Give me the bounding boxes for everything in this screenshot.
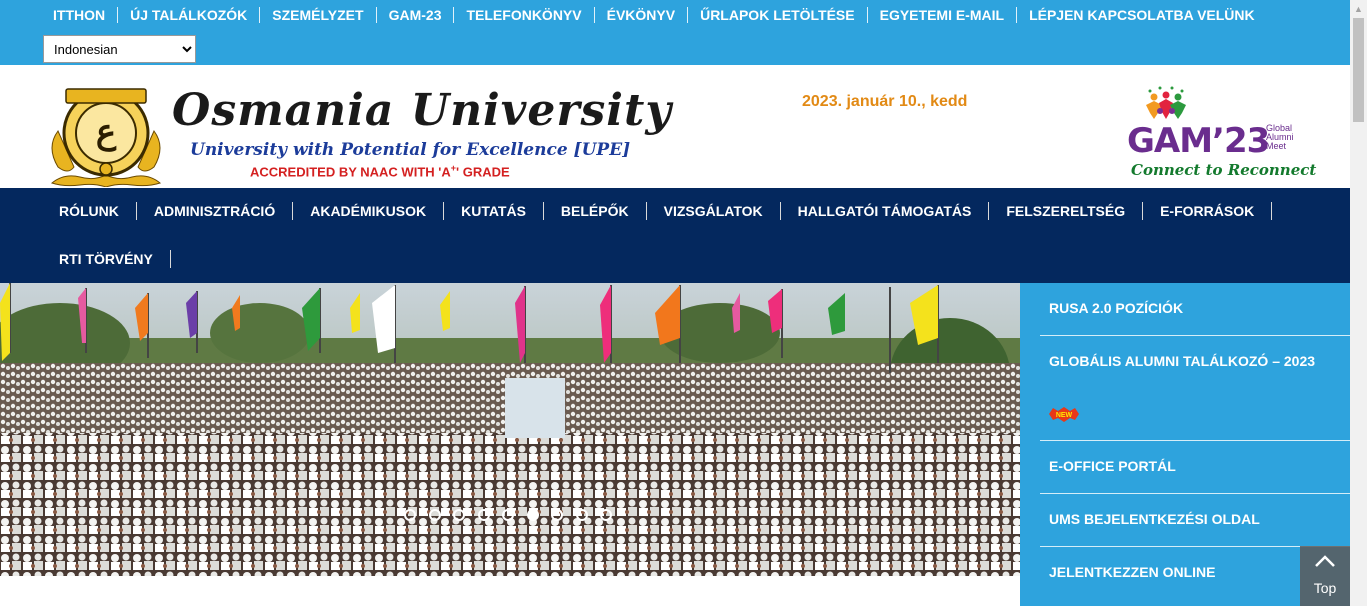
nav-item-academics[interactable]: AKADÉMIKUSOK (293, 202, 445, 220)
svg-text:ع: ع (96, 112, 117, 152)
new-badge-icon: NEW (1049, 407, 1079, 422)
top-link-forms-download[interactable]: ŰRLAPOK LETÖLTÉSE (688, 7, 868, 23)
scroll-up-arrow-icon[interactable]: ▲ (1350, 0, 1367, 17)
slider-dot[interactable] (526, 509, 539, 521)
accreditation-prefix: ACCREDITED BY NAAC WITH (250, 164, 439, 180)
main-nav: RÓLUNK ADMINISZTRÁCIÓ AKADÉMIKUSOK KUTAT… (0, 188, 1350, 283)
slider-dot[interactable] (551, 509, 563, 521)
slider-dot[interactable] (575, 509, 588, 521)
top-bar: ITTHON ÚJ TALÁLKOZÓK SZEMÉLYZET GAM-23 T… (0, 0, 1350, 65)
accreditation-suffix: ' GRADE (456, 164, 510, 180)
slider-dot[interactable] (404, 509, 416, 521)
quick-link-apply-online[interactable]: JELENTKEZZEN ONLINE (1049, 564, 1215, 580)
quick-link-divider (1040, 440, 1350, 441)
university-seal-logo[interactable]: ع (44, 87, 168, 187)
top-link-contact-us[interactable]: LÉPJEN KAPCSOLATBA VELÜNK (1017, 7, 1267, 23)
top-link-yearbook[interactable]: ÉVKÖNYV (595, 7, 689, 23)
scrollbar-thumb[interactable] (1353, 18, 1364, 122)
slider-dot[interactable] (453, 509, 465, 521)
nav-item-e-resources[interactable]: E-FORRÁSOK (1143, 202, 1273, 220)
nav-item-examinations[interactable]: VIZSGÁLATOK (647, 202, 781, 220)
accreditation-grade: 'A (438, 164, 451, 180)
slider-dot[interactable] (477, 509, 490, 521)
nav-item-administration[interactable]: ADMINISZTRÁCIÓ (137, 202, 294, 220)
nav-item-facilities[interactable]: FELSZERELTSÉG (989, 202, 1144, 220)
nav-item-rti-act[interactable]: RTI TÖRVÉNY (42, 250, 171, 268)
new-badge-text: NEW (1056, 412, 1073, 419)
quick-link-divider (1040, 335, 1350, 336)
top-link-phonebook[interactable]: TELEFONKÖNYV (454, 7, 595, 23)
slider-dot[interactable] (428, 509, 441, 521)
language-select[interactable]: Indonesian (43, 35, 196, 63)
nav-item-admissions[interactable]: BELÉPŐK (544, 202, 647, 220)
top-link-new-appointments[interactable]: ÚJ TALÁLKOZÓK (118, 7, 261, 23)
slider-dot[interactable] (502, 509, 514, 521)
slider-image-crowd (0, 283, 1020, 576)
top-links: ITTHON ÚJ TALÁLKOZÓK SZEMÉLYZET GAM-23 T… (41, 7, 1267, 23)
nav-item-research[interactable]: KUTATÁS (444, 202, 544, 220)
university-tagline: University with Potential for Excellence… (190, 140, 631, 160)
quick-link-ums-login[interactable]: UMS BEJELENTKEZÉSI OLDAL (1049, 511, 1260, 527)
university-title: Osmania University (172, 85, 672, 136)
quick-link-rusa-positions[interactable]: RUSA 2.0 POZÍCIÓK (1049, 300, 1183, 316)
quick-link-e-office-portal[interactable]: E-OFFICE PORTÁL (1049, 458, 1176, 474)
main-nav-row-2: RTI TÖRVÉNY (42, 250, 171, 268)
nav-item-about[interactable]: RÓLUNK (42, 202, 137, 220)
chevron-up-icon (1315, 555, 1335, 567)
top-link-home[interactable]: ITTHON (41, 7, 119, 23)
current-date: 2023. január 10., kedd (802, 93, 968, 110)
back-to-top-button[interactable]: Top (1300, 546, 1350, 606)
quick-link-divider (1040, 493, 1350, 494)
page: ITTHON ÚJ TALÁLKOZÓK SZEMÉLYZET GAM-23 T… (0, 0, 1367, 606)
slider-dots (404, 509, 625, 521)
back-to-top-label: Top (1313, 580, 1337, 596)
page-scrollbar[interactable]: ▲ (1350, 0, 1367, 606)
top-link-university-email[interactable]: EGYETEMI E-MAIL (868, 7, 1018, 23)
main-nav-row-1: RÓLUNK ADMINISZTRÁCIÓ AKADÉMIKUSOK KUTAT… (42, 202, 1273, 220)
site-header: ع Osmania University University with Pot… (0, 65, 1350, 188)
nav-item-student-support[interactable]: HALLGATÓI TÁMOGATÁS (781, 202, 990, 220)
gam-logo-word: GAM’23 (1127, 121, 1270, 161)
slider-dot[interactable] (600, 509, 612, 521)
top-link-staff[interactable]: SZEMÉLYZET (260, 7, 377, 23)
quick-link-global-alumni-meet[interactable]: GLOBÁLIS ALUMNI TALÁLKOZÓ – 2023 (1049, 353, 1315, 369)
gam-logo-subtitle: Global Alumni Meet (1266, 123, 1294, 151)
hero-slider[interactable] (0, 283, 1020, 576)
accreditation-text: ACCREDITED BY NAAC WITH 'A+' GRADE (250, 163, 510, 179)
gam-logo-tagline: Connect to Reconnect (1131, 161, 1317, 179)
top-link-gam23[interactable]: GAM-23 (377, 7, 455, 23)
